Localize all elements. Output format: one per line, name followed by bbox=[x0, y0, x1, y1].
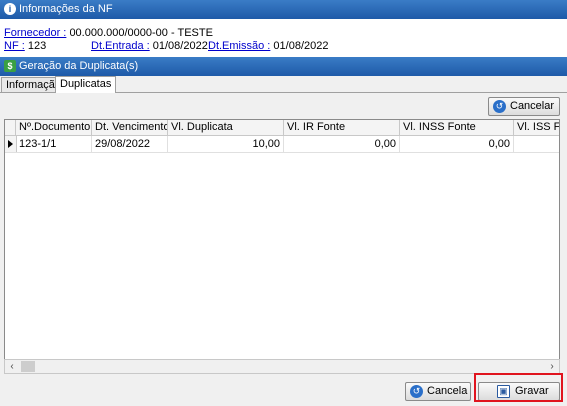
col-documento[interactable]: Nº.Documento bbox=[16, 120, 92, 135]
tab-duplicatas[interactable]: Duplicatas bbox=[55, 76, 117, 93]
dt-entrada-value: 01/08/2022 bbox=[152, 40, 208, 52]
dup-panel-title: Geração da Duplicata(s) bbox=[19, 60, 139, 72]
nf-row: NF : 123 bbox=[4, 40, 46, 52]
col-inss-fonte[interactable]: Vl. INSS Fonte bbox=[400, 120, 514, 135]
dt-emissao-link[interactable]: Dt.Emissão : bbox=[208, 40, 270, 52]
fornecedor-row: Fornecedor : 00.000.000/0000-00 - TESTE bbox=[4, 27, 213, 39]
col-duplicata[interactable]: Vl. Duplicata bbox=[168, 120, 284, 135]
info-panel-header: i Informações da NF bbox=[0, 0, 567, 19]
cell-ir-fonte[interactable]: 0,00 bbox=[284, 136, 400, 152]
cell-iss-fonte[interactable] bbox=[514, 136, 559, 152]
table-row[interactable]: 123-1/1 29/08/2022 10,00 0,00 0,00 bbox=[5, 136, 559, 153]
gravar-label: Gravar bbox=[515, 385, 549, 397]
scroll-left-icon[interactable]: ‹ bbox=[5, 360, 19, 373]
grid-header: Nº.Documento Dt. Vencimento Vl. Duplicat… bbox=[5, 120, 559, 136]
money-icon: $ bbox=[4, 60, 16, 72]
duplicatas-grid[interactable]: Nº.Documento Dt. Vencimento Vl. Duplicat… bbox=[4, 119, 560, 369]
info-icon: i bbox=[4, 3, 16, 15]
cell-duplicata[interactable]: 10,00 bbox=[168, 136, 284, 152]
info-panel-title: Informações da NF bbox=[19, 3, 113, 15]
dup-panel-header: $ Geração da Duplicata(s) bbox=[0, 57, 567, 76]
cell-documento[interactable]: 123-1/1 bbox=[16, 136, 92, 152]
dt-entrada-row: Dt.Entrada : 01/08/2022 bbox=[91, 40, 208, 52]
nf-link[interactable]: NF : bbox=[4, 40, 25, 52]
tab-strip: Informação Duplicatas bbox=[0, 76, 567, 93]
save-icon: ▣ bbox=[497, 385, 510, 398]
cell-inss-fonte[interactable]: 0,00 bbox=[400, 136, 514, 152]
cancela-label: Cancela bbox=[427, 385, 468, 397]
dt-entrada-link[interactable]: Dt.Entrada : bbox=[91, 40, 150, 52]
nf-value: 123 bbox=[27, 40, 47, 52]
col-iss-fonte[interactable]: Vl. ISS Font bbox=[514, 120, 559, 135]
cancelar-button[interactable]: ↺ Cancelar bbox=[488, 97, 560, 116]
duplicatas-panel: ↺ Cancelar Nº.Documento Dt. Vencimento V… bbox=[0, 93, 567, 406]
cell-vencimento[interactable]: 29/08/2022 bbox=[92, 136, 168, 152]
cancela-button[interactable]: ↺ Cancela bbox=[405, 382, 471, 401]
cancel-icon: ↺ bbox=[410, 385, 423, 398]
col-ir-fonte[interactable]: Vl. IR Fonte bbox=[284, 120, 400, 135]
dt-emissao-value: 01/08/2022 bbox=[273, 40, 329, 52]
horizontal-scrollbar[interactable]: ‹ › bbox=[4, 359, 560, 374]
header-indicator bbox=[5, 120, 16, 135]
footer-bar: ↺ Cancela ▣ Gravar bbox=[0, 376, 567, 406]
scroll-right-icon[interactable]: › bbox=[545, 360, 559, 373]
cancel-icon: ↺ bbox=[493, 100, 506, 113]
col-vencimento[interactable]: Dt. Vencimento bbox=[92, 120, 168, 135]
cancelar-label: Cancelar bbox=[510, 100, 555, 112]
scroll-thumb[interactable] bbox=[21, 361, 35, 372]
fornecedor-value: 00.000.000/0000-00 - TESTE bbox=[69, 27, 213, 39]
fornecedor-link[interactable]: Fornecedor : bbox=[4, 27, 66, 39]
gravar-button[interactable]: ▣ Gravar bbox=[478, 382, 560, 401]
dt-emissao-row: Dt.Emissão : 01/08/2022 bbox=[208, 40, 328, 52]
nf-info: Fornecedor : 00.000.000/0000-00 - TESTE … bbox=[0, 19, 567, 57]
